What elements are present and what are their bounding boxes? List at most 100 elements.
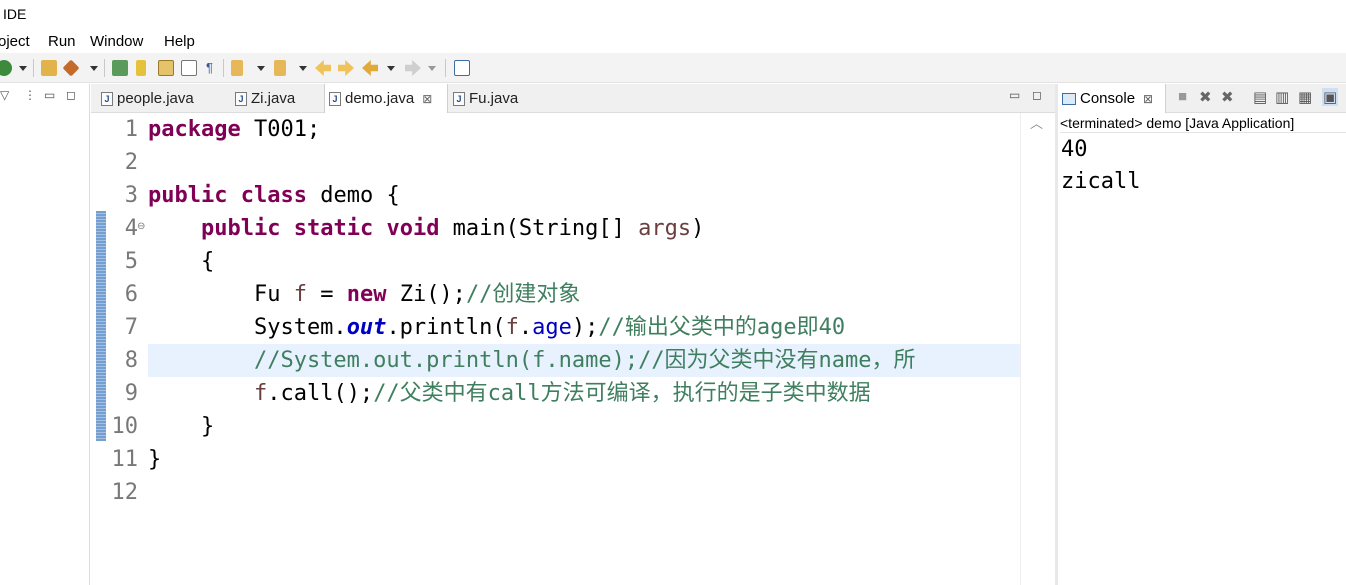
code-line[interactable]: public class demo {: [148, 179, 400, 212]
code-line[interactable]: public static void main(String[] args): [148, 212, 704, 245]
tab-demo-java[interactable]: J demo.java ⊠: [324, 84, 448, 113]
code-token: ): [691, 216, 705, 241]
code-token: f: [253, 381, 268, 406]
console-tab-label: Console: [1080, 90, 1136, 107]
tab-console[interactable]: Console ⊠: [1058, 84, 1166, 113]
title-bar: IDE: [0, 0, 1346, 28]
remove-launch-icon[interactable]: ✖: [1199, 88, 1212, 106]
chevron-down-icon[interactable]: [428, 66, 436, 71]
copy-icon[interactable]: [158, 60, 174, 76]
back-icon[interactable]: [362, 60, 378, 76]
code-token: }: [148, 414, 215, 439]
console-status: <terminated> demo [Java Application]: [1060, 113, 1346, 133]
tab-fu-java[interactable]: J Fu.java: [449, 84, 539, 113]
panel-divider[interactable]: [1055, 84, 1058, 585]
line-number: 2: [124, 150, 138, 175]
back-history-icon[interactable]: [315, 60, 331, 76]
line-number: 4: [124, 216, 138, 241]
code-token: static: [293, 216, 374, 241]
code-line[interactable]: {: [148, 245, 214, 278]
code-token: .call();: [267, 381, 374, 406]
menu-project[interactable]: oject: [0, 33, 30, 50]
flag-icon[interactable]: [112, 60, 128, 76]
line-number: 5: [124, 249, 138, 274]
code-token: f: [293, 282, 307, 307]
code-line[interactable]: System.out.println(f.age);//输出父类中的age即40: [148, 311, 845, 344]
line-number: 1: [124, 117, 138, 142]
code-line[interactable]: package T001;: [148, 113, 320, 146]
open-folder-icon[interactable]: [41, 60, 57, 76]
menu-window[interactable]: Window: [90, 33, 143, 50]
terminate-icon[interactable]: ■: [1178, 88, 1187, 105]
word-wrap-icon[interactable]: ▦: [1298, 88, 1312, 106]
toolbar-separator: [223, 59, 224, 77]
chevron-down-icon[interactable]: [19, 66, 27, 71]
package-explorer-panel: ▽ ⋮ ▭ ◻: [0, 84, 90, 585]
java-file-icon: J: [235, 91, 247, 106]
minimize-icon[interactable]: ▭: [44, 88, 55, 102]
close-icon[interactable]: ⊠: [422, 92, 432, 106]
next-annotation-icon[interactable]: [231, 60, 243, 76]
filter-icon[interactable]: ▽: [0, 88, 9, 102]
console-icon: [1062, 92, 1076, 105]
pin-console-icon[interactable]: ▣: [1322, 88, 1339, 106]
rocket-icon[interactable]: [62, 59, 80, 77]
code-token: class: [240, 183, 307, 208]
tab-label: people.java: [117, 90, 194, 107]
forward-history-icon[interactable]: [338, 60, 354, 76]
code-token: =: [306, 282, 347, 307]
minimize-icon[interactable]: ▭: [1009, 88, 1020, 102]
chevron-down-icon[interactable]: [257, 66, 265, 71]
refresh-icon[interactable]: [0, 60, 12, 76]
maximize-icon[interactable]: ◻: [66, 88, 76, 102]
java-file-icon: J: [329, 91, 341, 106]
fold-icon[interactable]: ⊖: [137, 221, 145, 232]
code-line[interactable]: f.call();//父类中有call方法可编译，执行的是子类中数据: [148, 377, 871, 410]
code-line[interactable]: }: [148, 443, 161, 476]
code-token: public: [200, 216, 281, 241]
code-line[interactable]: Fu f = new Zi();//创建对象: [148, 278, 580, 311]
remove-all-icon[interactable]: ✖: [1221, 88, 1234, 106]
chevron-down-icon[interactable]: [387, 66, 395, 71]
code-token: f: [505, 315, 519, 340]
editor-scrollbar[interactable]: ︿: [1020, 113, 1055, 585]
code-token: void: [386, 216, 440, 241]
line-number: 11: [111, 447, 139, 472]
line-number: 12: [111, 480, 139, 505]
code-token: new: [346, 282, 387, 307]
code-token: {: [148, 249, 215, 274]
chevron-down-icon[interactable]: [299, 66, 307, 71]
pencil-icon[interactable]: [136, 60, 146, 76]
close-icon[interactable]: ⊠: [1143, 92, 1153, 106]
tab-people-java[interactable]: J people.java: [97, 84, 225, 113]
pilcrow-icon[interactable]: ¶: [206, 60, 213, 75]
maximize-icon[interactable]: ◻: [1032, 88, 1042, 102]
code-token: main(String[]: [439, 216, 639, 241]
change-ruler: [96, 211, 106, 441]
menu-run[interactable]: Run: [48, 33, 76, 50]
code-token: //输出父类中的age即40: [598, 315, 846, 340]
code-token: age: [532, 315, 572, 340]
tab-label: demo.java: [345, 90, 415, 107]
tab-zi-java[interactable]: J Zi.java: [231, 84, 323, 113]
code-editor[interactable]: package T001; public class demo { public …: [148, 113, 1020, 585]
menu-help[interactable]: Help: [164, 33, 195, 50]
toolbar-separator: [33, 59, 34, 77]
new-window-icon[interactable]: [454, 60, 470, 76]
code-token: //创建对象: [465, 282, 581, 307]
forward-icon[interactable]: [405, 60, 421, 76]
tab-label: Fu.java: [469, 90, 519, 107]
chevron-down-icon[interactable]: [90, 66, 98, 71]
console-output-line: 40: [1061, 137, 1088, 162]
view-menu-icon[interactable]: ⋮: [24, 88, 36, 102]
file-icon[interactable]: [181, 60, 197, 76]
toolbar-separator: [445, 59, 446, 77]
code-line[interactable]: //System.out.println(f.name);//因为父类中没有na…: [148, 344, 1020, 377]
clear-console-icon[interactable]: ▤: [1253, 88, 1267, 106]
scroll-up-icon[interactable]: ︿: [1030, 113, 1043, 132]
prev-annotation-icon[interactable]: [274, 60, 286, 76]
code-line[interactable]: }: [148, 410, 214, 443]
scroll-lock-icon[interactable]: ▥: [1275, 88, 1289, 106]
